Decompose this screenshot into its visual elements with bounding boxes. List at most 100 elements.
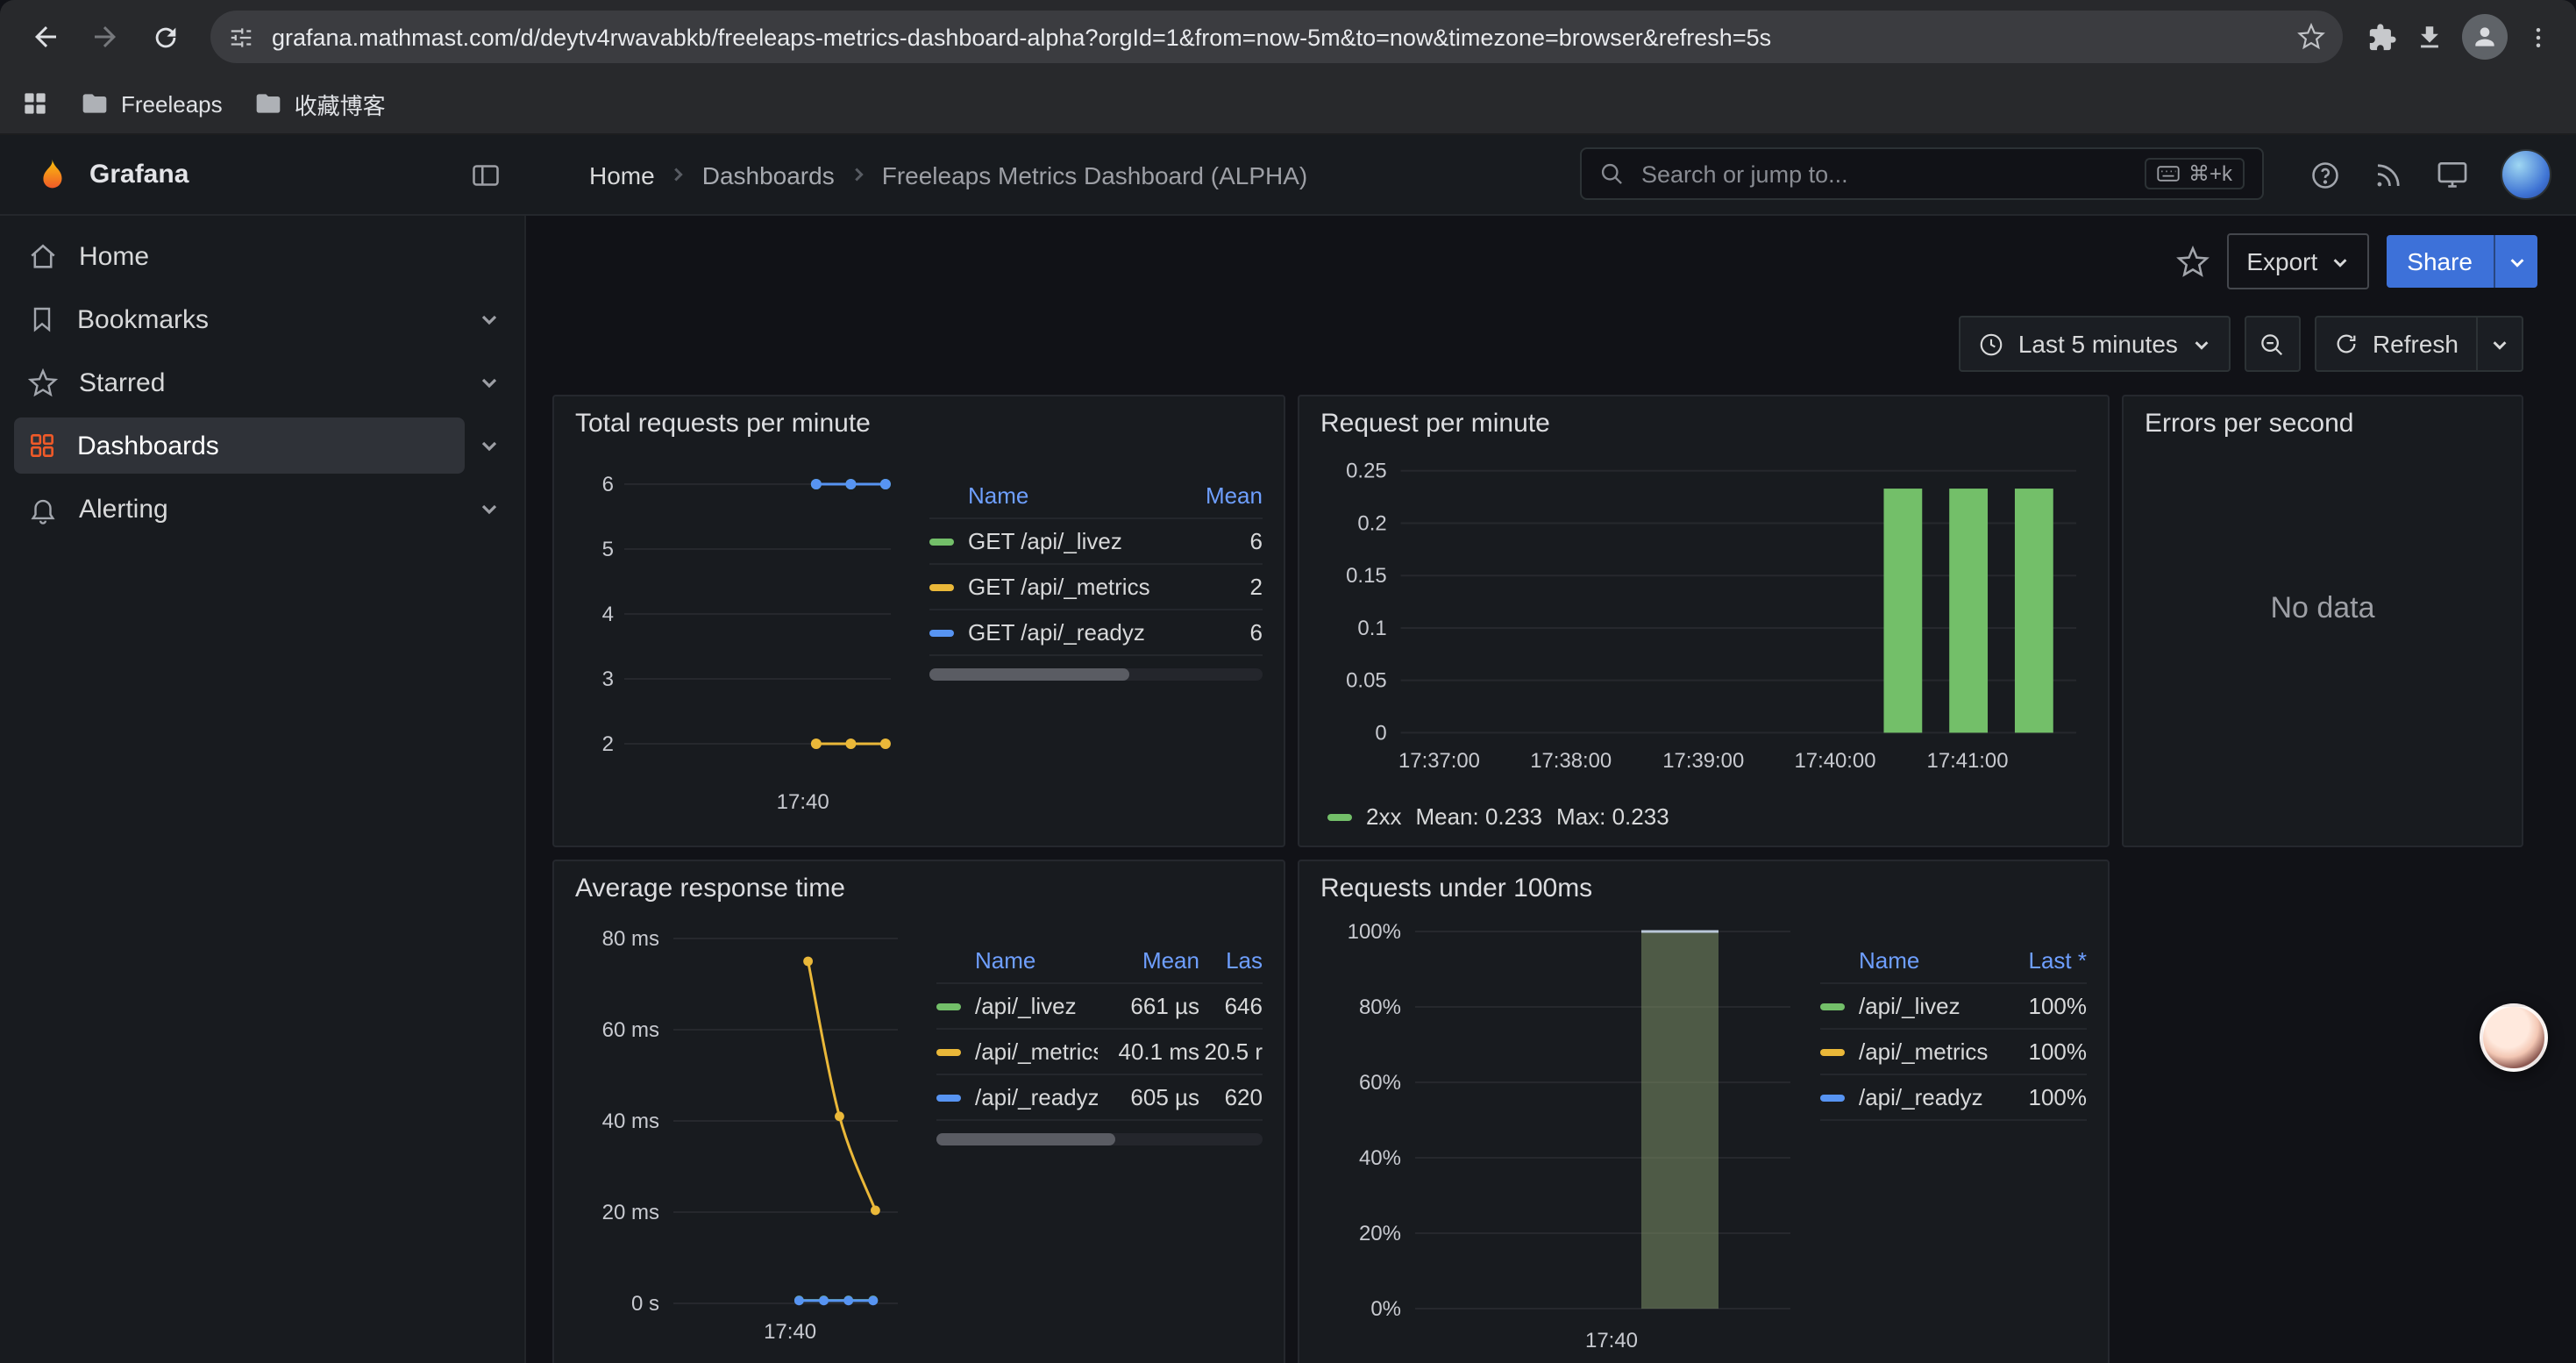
refresh-interval-caret[interactable] [2478, 316, 2523, 372]
no-data-message: No data [2124, 442, 2522, 775]
legend-column-header[interactable]: Name [1859, 947, 1996, 974]
dashboard-actions: Export Share [2176, 233, 2537, 289]
back-button[interactable] [18, 9, 74, 65]
sidebar-item-dashboards[interactable]: Dashboards [14, 416, 514, 475]
legend-row[interactable]: /api/_metrics40.1 ms20.5 r [936, 1030, 1263, 1075]
legend-inline[interactable]: 2xx Mean: 0.233 Max: 0.233 [1327, 803, 1669, 830]
share-caret-button[interactable] [2494, 235, 2537, 288]
panel-title[interactable]: Total requests per minute [554, 396, 1284, 442]
downloads-button[interactable] [2415, 22, 2444, 52]
series-name: 2xx [1366, 803, 1401, 830]
panel-title[interactable]: Average response time [554, 861, 1284, 907]
chevron-right-icon [669, 165, 688, 184]
favorite-star-button[interactable] [2176, 245, 2210, 278]
legend-row[interactable]: GET /api/_livez6 [929, 519, 1263, 565]
floating-assistant-avatar[interactable] [2480, 1003, 2548, 1072]
legend-scrollbar[interactable] [929, 668, 1263, 681]
legend-column-header[interactable]: Mean [1185, 482, 1263, 509]
screens-button[interactable] [2436, 158, 2469, 191]
svg-text:17:40:00: 17:40:00 [1795, 749, 1876, 773]
zoom-out-button[interactable] [2245, 316, 2301, 372]
bookmark-star-button[interactable] [2297, 23, 2325, 51]
series-name: /api/_livez [1859, 993, 1996, 1019]
extensions-button[interactable] [2367, 22, 2397, 52]
sidebar-item-alerting[interactable]: Alerting [14, 479, 514, 539]
legend-row[interactable]: /api/_readyz100% [1820, 1075, 2087, 1121]
bookmark-icon [28, 305, 56, 333]
breadcrumb-dashboards[interactable]: Dashboards [702, 161, 835, 189]
svg-text:17:37:00: 17:37:00 [1398, 749, 1480, 773]
panel-title[interactable]: Request per minute [1299, 396, 2108, 442]
legend-column-header[interactable]: Name [975, 947, 1098, 974]
legend-scrollbar[interactable] [936, 1133, 1263, 1145]
search-box[interactable]: ⌘+k [1580, 147, 2264, 200]
panel-title[interactable]: Requests under 100ms [1299, 861, 2108, 907]
dashboards-grid-icon [28, 432, 56, 460]
browser-menu-button[interactable] [2525, 24, 2551, 50]
expand-bookmarks-button[interactable] [465, 295, 514, 344]
legend-column-header[interactable]: Las [1199, 947, 1263, 974]
chevron-right-icon [849, 165, 868, 184]
search-icon [1599, 161, 1624, 186]
reload-button[interactable] [137, 9, 193, 65]
sidebar-item-label: Bookmarks [77, 304, 209, 334]
refresh-button[interactable]: Refresh [2315, 316, 2478, 372]
panel-requests-under-100ms: Requests under 100ms 100%80%60%40%20%0%1… [1298, 860, 2110, 1363]
share-button[interactable]: Share [2386, 235, 2494, 288]
help-button[interactable] [2309, 159, 2341, 190]
panel-average-response-time: Average response time 80 ms60 ms40 ms20 … [552, 860, 1285, 1363]
legend-row[interactable]: /api/_readyz605 µs620 [936, 1075, 1263, 1121]
news-button[interactable] [2373, 159, 2404, 190]
legend-row[interactable]: /api/_livez100% [1820, 984, 2087, 1030]
series-color-dash [936, 1003, 961, 1010]
scrollbar-thumb[interactable] [929, 668, 1129, 681]
series-value: 40.1 ms [1098, 1038, 1199, 1065]
legend-row[interactable]: /api/_metrics100% [1820, 1030, 2087, 1075]
bookmark-folder-freeleaps[interactable]: Freeleaps [81, 89, 223, 118]
legend-row[interactable]: GET /api/_metrics2 [929, 565, 1263, 610]
series-color-dash [1820, 1094, 1845, 1101]
browser-profile-avatar[interactable] [2462, 14, 2508, 60]
export-button[interactable]: Export [2227, 233, 2368, 289]
download-icon [2415, 22, 2444, 52]
requests-under-100ms-chart[interactable]: 100%80%60%40%20%0%17:40 [1317, 914, 1799, 1363]
search-input[interactable] [1638, 159, 2145, 189]
site-settings-icon[interactable] [228, 24, 254, 50]
expand-starred-button[interactable] [465, 358, 514, 407]
sidebar-item-label: Dashboards [77, 431, 219, 460]
apps-grid-button[interactable] [21, 89, 49, 118]
sidebar-item-home[interactable]: Home [14, 226, 514, 286]
browser-toolbar-right [2360, 14, 2558, 60]
panel-title[interactable]: Errors per second [2124, 396, 2522, 442]
grafana-logo[interactable] [32, 154, 72, 195]
svg-text:17:40: 17:40 [764, 1320, 816, 1344]
url-input[interactable] [268, 22, 2297, 52]
bookmark-folder-blogs[interactable]: 收藏博客 [254, 87, 386, 120]
sidebar-item-bookmarks[interactable]: Bookmarks [14, 289, 514, 349]
legend-column-header[interactable]: Mean [1098, 947, 1199, 974]
legend-header-row: NameMeanLas [936, 938, 1263, 984]
url-bar[interactable] [210, 11, 2343, 63]
series-value: 646 [1199, 993, 1263, 1019]
request-per-minute-chart[interactable]: 0.250.20.150.10.05017:37:0017:38:0017:39… [1317, 449, 2090, 786]
legend-row[interactable]: GET /api/_readyz6 [929, 610, 1263, 656]
time-range-button[interactable]: Last 5 minutes [1959, 316, 2231, 372]
series-name: /api/_metrics [1859, 1038, 1996, 1065]
legend-column-header[interactable]: Last * [1996, 947, 2087, 974]
series-value: 20.5 r [1199, 1038, 1263, 1065]
share-split-button: Share [2386, 235, 2537, 288]
expand-alerting-button[interactable] [465, 484, 514, 533]
arrow-right-icon [89, 21, 121, 53]
forward-button[interactable] [77, 9, 133, 65]
sidebar-item-starred[interactable]: Starred [14, 353, 514, 412]
legend-row[interactable]: /api/_livez661 µs646 [936, 984, 1263, 1030]
expand-dashboards-button[interactable] [465, 421, 514, 470]
scrollbar-thumb[interactable] [936, 1133, 1116, 1145]
total-requests-chart[interactable]: 6543217:40 [572, 449, 908, 821]
user-avatar[interactable] [2501, 149, 2551, 200]
average-response-time-chart[interactable]: 80 ms60 ms40 ms20 ms0 s17:40 [572, 914, 915, 1352]
breadcrumb-home[interactable]: Home [589, 161, 655, 189]
sidebar-toggle-button[interactable] [470, 159, 502, 190]
series-name: GET /api/_readyz [968, 619, 1185, 646]
legend-column-header[interactable]: Name [968, 482, 1185, 509]
